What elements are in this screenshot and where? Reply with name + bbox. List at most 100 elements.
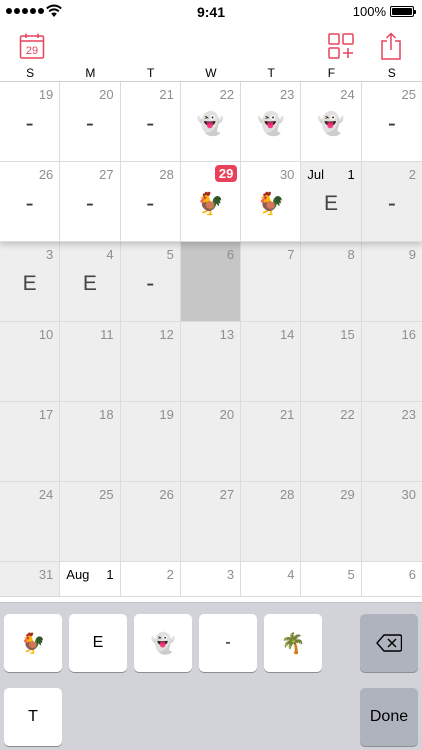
key-dash[interactable]: -: [199, 614, 257, 672]
calendar-day-cell[interactable]: 9: [361, 242, 422, 322]
calendar-day-cell[interactable]: 3E: [0, 242, 61, 322]
share-button[interactable]: [375, 30, 407, 62]
done-key[interactable]: Done: [360, 688, 418, 746]
key-ghost[interactable]: 👻: [134, 614, 192, 672]
calendar-day-cell[interactable]: 28: [241, 482, 302, 562]
weekday-label: M: [85, 66, 96, 80]
ghost-icon: 👻: [317, 111, 345, 136]
day-number: 24: [38, 487, 54, 502]
calendar-day-cell[interactable]: 27: [180, 482, 242, 562]
calendar-day-cell[interactable]: 19-: [0, 82, 61, 162]
day-number: 30: [279, 167, 295, 182]
done-key-label: Done: [369, 708, 409, 725]
calendar-day-cell[interactable]: 20-: [60, 82, 121, 162]
calendar-day-cell[interactable]: 4: [241, 562, 302, 597]
calendar-day-cell[interactable]: 2-: [361, 162, 422, 242]
calendar-day-cell[interactable]: 15: [301, 322, 362, 402]
day-number: 20: [99, 87, 114, 102]
calendar-day-cell[interactable]: 30 🐓: [241, 162, 302, 242]
day-number: 3: [46, 247, 54, 262]
calendar-day-cell[interactable]: 29: [301, 482, 362, 562]
day-number: 10: [38, 327, 54, 342]
calendar-day-cell[interactable]: 2: [120, 562, 181, 597]
calendar-day-cell[interactable]: 27-: [60, 162, 121, 242]
weekday-label: T: [267, 66, 275, 80]
calendar-day-cell[interactable]: 11: [60, 322, 121, 402]
calendar-day-cell[interactable]: 7: [241, 242, 302, 322]
calendar-day-cell[interactable]: Jul 1 E: [301, 162, 362, 242]
calendar-day-cell[interactable]: 13: [180, 322, 242, 402]
dash-mark: -: [85, 110, 94, 137]
weekday-header: S M T W T F S: [0, 66, 422, 82]
calendar-day-cell[interactable]: 28-: [120, 162, 181, 242]
calendar-day-cell[interactable]: 24 👻: [301, 82, 362, 162]
calendar-day-cell[interactable]: 10: [0, 322, 61, 402]
calendar-day-cell[interactable]: 17: [0, 402, 61, 482]
calendar-day-cell[interactable]: 4E: [60, 242, 121, 322]
calendar-day-cell[interactable]: 26-: [0, 162, 61, 242]
key-t[interactable]: T: [4, 688, 62, 746]
weekday-label: S: [26, 66, 35, 80]
calendar-day-cell[interactable]: 21: [241, 402, 302, 482]
calendar-day-cell[interactable]: Aug 1: [60, 562, 121, 597]
backspace-icon: [376, 634, 402, 652]
calendar-day-cell[interactable]: 5-: [120, 242, 181, 322]
weekday-label: S: [387, 66, 396, 80]
dash-mark: -: [25, 190, 34, 217]
day-number: 18: [99, 407, 114, 422]
key-e-label: E: [92, 634, 104, 651]
calendar-day-cell[interactable]: 31: [0, 562, 61, 597]
day-number: 11: [100, 327, 114, 342]
calendar-day-cell[interactable]: 30: [361, 482, 422, 562]
calendar-day-cell[interactable]: 19: [120, 402, 181, 482]
calendar-day-cell[interactable]: 3: [180, 562, 242, 597]
today-badge: 29: [215, 165, 238, 182]
calendar-day-cell[interactable]: 16: [361, 322, 422, 402]
day-number: 14: [279, 327, 295, 342]
calendar-icon-day: 29: [26, 45, 38, 57]
today-calendar-button[interactable]: 29: [16, 30, 48, 62]
calendar-day-cell[interactable]: 22: [301, 402, 362, 482]
calendar-day-cell[interactable]: 21-: [120, 82, 181, 162]
weekday-label: W: [205, 66, 217, 80]
letter-mark: E: [22, 272, 37, 295]
calendar-day-cell[interactable]: 25: [60, 482, 121, 562]
toolbar: 29: [0, 24, 422, 66]
calendar-day-cell[interactable]: 14: [241, 322, 302, 402]
day-number: 27: [99, 167, 114, 182]
calendar-day-cell[interactable]: 20: [180, 402, 242, 482]
calendar-day-cell[interactable]: 18: [60, 402, 121, 482]
calendar-icon: 29: [19, 33, 45, 59]
mark-keyboard: 🐓 E 👻 - 🌴 T Done: [0, 602, 422, 750]
dash-mark: -: [25, 110, 34, 137]
key-palm-tree[interactable]: 🌴: [264, 614, 322, 672]
calendar-day-cell[interactable]: 6: [361, 562, 422, 597]
battery-icon: [390, 6, 416, 17]
day-number: 25: [401, 87, 416, 102]
day-number: 13: [219, 327, 235, 342]
add-grid-button[interactable]: [325, 30, 357, 62]
key-e[interactable]: E: [69, 614, 127, 672]
day-number: 24: [340, 87, 355, 102]
rooster-icon: 🐓: [257, 191, 285, 216]
day-number: 19: [159, 407, 174, 422]
day-number: 16: [401, 327, 416, 342]
calendar-day-cell[interactable]: 24: [0, 482, 61, 562]
calendar-day-cell[interactable]: 29 🐓: [180, 162, 242, 242]
calendar-day-cell[interactable]: 6: [180, 242, 242, 322]
day-number: 29: [340, 487, 355, 502]
calendar-day-cell[interactable]: 12: [120, 322, 181, 402]
calendar-day-cell[interactable]: 5: [301, 562, 362, 597]
status-bar: 9:41 100%: [0, 0, 422, 24]
calendar-day-cell[interactable]: 23: [361, 402, 422, 482]
calendar-day-cell[interactable]: 25-: [361, 82, 422, 162]
letter-mark: E: [324, 192, 339, 215]
calendar-day-cell[interactable]: 22 👻: [180, 82, 242, 162]
calendar-grid: 19-20-21-22 👻 23 👻 24 👻 25-26-27-28-29 🐓 30 🐓 Jul 1…: [0, 82, 422, 602]
delete-key[interactable]: [360, 614, 418, 672]
calendar-day-cell[interactable]: 26: [120, 482, 181, 562]
key-rooster[interactable]: 🐓: [4, 614, 62, 672]
day-number: 15: [340, 327, 355, 342]
calendar-day-cell[interactable]: 23 👻: [241, 82, 302, 162]
calendar-day-cell[interactable]: 8: [301, 242, 362, 322]
